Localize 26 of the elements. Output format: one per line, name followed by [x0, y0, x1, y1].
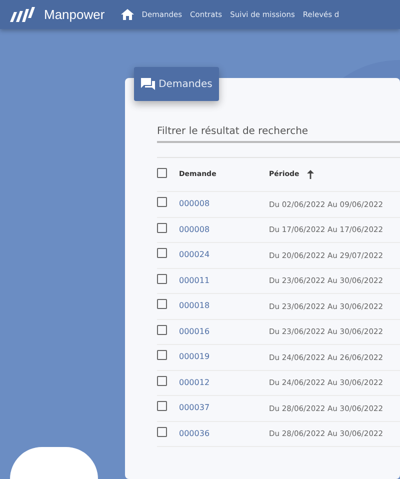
brand-name: Manpower	[44, 6, 105, 24]
row-checkbox[interactable]	[157, 248, 167, 258]
request-link[interactable]: 000019	[179, 352, 210, 362]
request-link[interactable]: 000024	[179, 250, 210, 260]
filter-field[interactable]: Filtrer le résultat de recherche	[157, 122, 400, 143]
request-link[interactable]: 000008	[179, 199, 210, 208]
home-icon[interactable]	[120, 8, 134, 20]
row-checkbox[interactable]	[157, 401, 167, 412]
row-checkbox[interactable]	[157, 197, 167, 208]
request-link[interactable]: 000037	[179, 403, 210, 412]
request-link[interactable]: 000016	[179, 326, 210, 336]
request-link[interactable]: 000008	[179, 224, 210, 234]
row-checkbox[interactable]	[157, 324, 167, 335]
row-checkbox[interactable]	[157, 376, 167, 386]
sort-arrow-icon[interactable]	[307, 170, 314, 179]
request-link[interactable]: 000036	[179, 428, 210, 438]
row-checkbox[interactable]	[157, 299, 167, 310]
request-link[interactable]: 000012	[179, 378, 210, 387]
chat-icon	[140, 78, 155, 90]
select-all-checkbox[interactable]	[157, 168, 167, 178]
row-checkbox[interactable]	[157, 222, 167, 233]
request-link[interactable]: 000011	[179, 276, 210, 285]
row-checkbox[interactable]	[157, 274, 167, 284]
row-checkbox[interactable]	[157, 350, 167, 360]
request-link[interactable]: 000018	[179, 301, 210, 310]
row-checkbox[interactable]	[157, 426, 167, 437]
